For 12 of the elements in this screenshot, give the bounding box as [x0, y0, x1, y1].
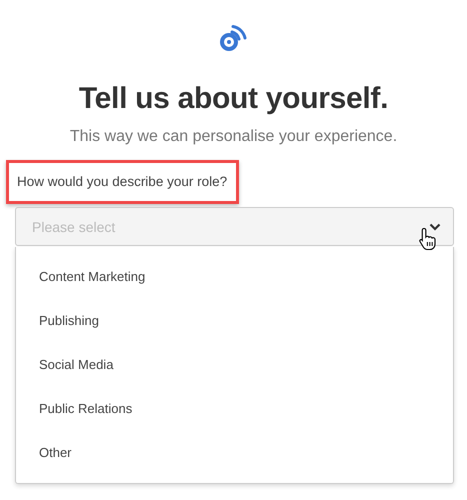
dropdown-option[interactable]: Other: [16, 431, 453, 475]
dropdown-option[interactable]: Social Media: [16, 343, 453, 387]
page-title: Tell us about yourself.: [78, 82, 388, 116]
placeholder-text: Please select: [32, 218, 116, 234]
feed-icon: [218, 24, 248, 52]
dropdown-option[interactable]: Public Relations: [16, 387, 453, 431]
question-label: How would you describe your role?: [17, 174, 228, 189]
subtitle: This way we can personalise your experience.: [70, 128, 398, 146]
dropdown-option[interactable]: Content Marketing: [16, 255, 453, 299]
dropdown-option[interactable]: Publishing: [16, 299, 453, 343]
chevron-down-icon: [429, 222, 441, 230]
hand-cursor-icon: [418, 227, 438, 251]
